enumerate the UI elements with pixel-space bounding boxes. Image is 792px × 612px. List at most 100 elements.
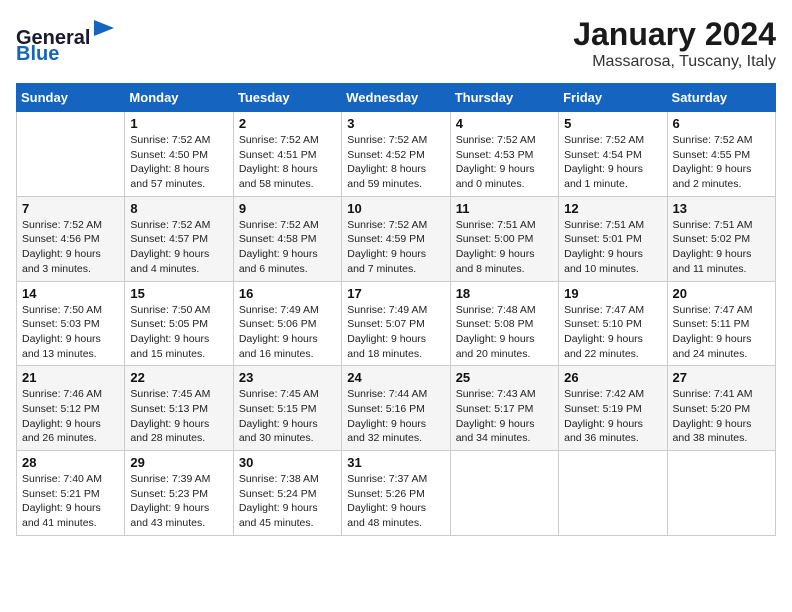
day-number: 5: [564, 116, 661, 131]
day-info: Sunrise: 7:51 AMSunset: 5:00 PMDaylight:…: [456, 218, 553, 277]
day-cell: 7 Sunrise: 7:52 AMSunset: 4:56 PMDaylight…: [17, 196, 125, 281]
week-row-2: 7 Sunrise: 7:52 AMSunset: 4:56 PMDaylight…: [17, 196, 776, 281]
day-cell: 3Sunrise: 7:52 AMSunset: 4:52 PMDaylight…: [342, 112, 450, 197]
weekday-header-tuesday: Tuesday: [233, 84, 341, 112]
day-number: 26: [564, 370, 661, 385]
day-number: 27: [673, 370, 770, 385]
weekday-header-sunday: Sunday: [17, 84, 125, 112]
day-info: Sunrise: 7:39 AMSunset: 5:23 PMDaylight:…: [130, 472, 227, 531]
day-number: 6: [673, 116, 770, 131]
title-block: January 2024 Massarosa, Tuscany, Italy: [573, 16, 776, 71]
day-number: 22: [130, 370, 227, 385]
day-info: Sunrise: 7:45 AMSunset: 5:15 PMDaylight:…: [239, 387, 336, 446]
page-header: General Blue January 2024 Massarosa, Tus…: [16, 16, 776, 71]
day-cell: 20 Sunrise: 7:47 AMSunset: 5:11 PMDayligh…: [667, 281, 775, 366]
day-cell: 24 Sunrise: 7:44 AMSunset: 5:16 PMDayligh…: [342, 366, 450, 451]
day-cell: 11 Sunrise: 7:51 AMSunset: 5:00 PMDayligh…: [450, 196, 558, 281]
day-info: Sunrise: 7:42 AMSunset: 5:19 PMDaylight:…: [564, 387, 661, 446]
day-cell: 30 Sunrise: 7:38 AMSunset: 5:24 PMDayligh…: [233, 451, 341, 536]
day-number: 10: [347, 201, 444, 216]
day-cell: 22Sunrise: 7:45 AMSunset: 5:13 PMDayligh…: [125, 366, 233, 451]
day-info: Sunrise: 7:52 AMSunset: 4:58 PMDaylight:…: [239, 218, 336, 277]
day-info: Sunrise: 7:37 AMSunset: 5:26 PMDaylight:…: [347, 472, 444, 531]
location: Massarosa, Tuscany, Italy: [573, 53, 776, 71]
day-number: 30: [239, 455, 336, 470]
weekday-header-monday: Monday: [125, 84, 233, 112]
day-cell: 4Sunrise: 7:52 AMSunset: 4:53 PMDaylight…: [450, 112, 558, 197]
day-info: Sunrise: 7:49 AMSunset: 5:06 PMDaylight:…: [239, 303, 336, 362]
day-info: Sunrise: 7:52 AMSunset: 4:59 PMDaylight:…: [347, 218, 444, 277]
day-cell: 23 Sunrise: 7:45 AMSunset: 5:15 PMDayligh…: [233, 366, 341, 451]
day-info: Sunrise: 7:47 AMSunset: 5:11 PMDaylight:…: [673, 303, 770, 362]
day-cell: 19Sunrise: 7:47 AMSunset: 5:10 PMDayligh…: [559, 281, 667, 366]
day-number: 25: [456, 370, 553, 385]
day-number: 24: [347, 370, 444, 385]
day-number: 14: [22, 286, 119, 301]
week-row-5: 28Sunrise: 7:40 AMSunset: 5:21 PMDayligh…: [17, 451, 776, 536]
logo-flag-icon: [92, 16, 120, 44]
day-number: 21: [22, 370, 119, 385]
day-number: 1: [130, 116, 227, 131]
day-number: 7: [22, 201, 119, 216]
day-cell: 26 Sunrise: 7:42 AMSunset: 5:19 PMDayligh…: [559, 366, 667, 451]
day-info: Sunrise: 7:52 AMSunset: 4:55 PMDaylight:…: [673, 133, 770, 192]
day-info: Sunrise: 7:38 AMSunset: 5:24 PMDaylight:…: [239, 472, 336, 531]
day-number: 23: [239, 370, 336, 385]
logo: General Blue: [16, 16, 120, 64]
day-cell: [559, 451, 667, 536]
day-info: Sunrise: 7:52 AMSunset: 4:57 PMDaylight:…: [130, 218, 227, 277]
day-info: Sunrise: 7:52 AMSunset: 4:56 PMDaylight:…: [22, 218, 119, 277]
weekday-header-row: SundayMondayTuesdayWednesdayThursdayFrid…: [17, 84, 776, 112]
day-number: 13: [673, 201, 770, 216]
weekday-header-friday: Friday: [559, 84, 667, 112]
day-cell: 6 Sunrise: 7:52 AMSunset: 4:55 PMDaylight…: [667, 112, 775, 197]
day-info: Sunrise: 7:44 AMSunset: 5:16 PMDaylight:…: [347, 387, 444, 446]
day-number: 18: [456, 286, 553, 301]
day-number: 28: [22, 455, 119, 470]
day-cell: 28Sunrise: 7:40 AMSunset: 5:21 PMDayligh…: [17, 451, 125, 536]
day-cell: 1 Sunrise: 7:52 AMSunset: 4:50 PMDaylight…: [125, 112, 233, 197]
day-info: Sunrise: 7:51 AMSunset: 5:02 PMDaylight:…: [673, 218, 770, 277]
day-cell: 17Sunrise: 7:49 AMSunset: 5:07 PMDayligh…: [342, 281, 450, 366]
day-cell: 9 Sunrise: 7:52 AMSunset: 4:58 PMDaylight…: [233, 196, 341, 281]
day-number: 12: [564, 201, 661, 216]
day-cell: 5Sunrise: 7:52 AMSunset: 4:54 PMDaylight…: [559, 112, 667, 197]
day-number: 20: [673, 286, 770, 301]
day-cell: [667, 451, 775, 536]
day-number: 11: [456, 201, 553, 216]
day-info: Sunrise: 7:51 AMSunset: 5:01 PMDaylight:…: [564, 218, 661, 277]
day-info: Sunrise: 7:52 AMSunset: 4:50 PMDaylight:…: [130, 133, 227, 192]
day-cell: 13 Sunrise: 7:51 AMSunset: 5:02 PMDayligh…: [667, 196, 775, 281]
day-info: Sunrise: 7:52 AMSunset: 4:51 PMDaylight:…: [239, 133, 336, 192]
day-number: 2: [239, 116, 336, 131]
day-info: Sunrise: 7:50 AMSunset: 5:03 PMDaylight:…: [22, 303, 119, 362]
day-number: 19: [564, 286, 661, 301]
day-cell: [17, 112, 125, 197]
weekday-header-wednesday: Wednesday: [342, 84, 450, 112]
day-cell: 8 Sunrise: 7:52 AMSunset: 4:57 PMDaylight…: [125, 196, 233, 281]
month-title: January 2024: [573, 16, 776, 53]
day-info: Sunrise: 7:52 AMSunset: 4:52 PMDaylight:…: [347, 133, 444, 192]
day-cell: 2 Sunrise: 7:52 AMSunset: 4:51 PMDaylight…: [233, 112, 341, 197]
week-row-1: 1 Sunrise: 7:52 AMSunset: 4:50 PMDaylight…: [17, 112, 776, 197]
day-info: Sunrise: 7:46 AMSunset: 5:12 PMDaylight:…: [22, 387, 119, 446]
weekday-header-saturday: Saturday: [667, 84, 775, 112]
day-cell: 12 Sunrise: 7:51 AMSunset: 5:01 PMDayligh…: [559, 196, 667, 281]
day-number: 17: [347, 286, 444, 301]
day-number: 15: [130, 286, 227, 301]
day-cell: [450, 451, 558, 536]
day-cell: 10 Sunrise: 7:52 AMSunset: 4:59 PMDayligh…: [342, 196, 450, 281]
day-number: 9: [239, 201, 336, 216]
week-row-4: 21 Sunrise: 7:46 AMSunset: 5:12 PMDayligh…: [17, 366, 776, 451]
day-number: 8: [130, 201, 227, 216]
day-cell: 21 Sunrise: 7:46 AMSunset: 5:12 PMDayligh…: [17, 366, 125, 451]
day-number: 16: [239, 286, 336, 301]
day-info: Sunrise: 7:48 AMSunset: 5:08 PMDaylight:…: [456, 303, 553, 362]
day-number: 29: [130, 455, 227, 470]
day-info: Sunrise: 7:50 AMSunset: 5:05 PMDaylight:…: [130, 303, 227, 362]
weekday-header-thursday: Thursday: [450, 84, 558, 112]
week-row-3: 14 Sunrise: 7:50 AMSunset: 5:03 PMDayligh…: [17, 281, 776, 366]
day-number: 31: [347, 455, 444, 470]
day-cell: 16 Sunrise: 7:49 AMSunset: 5:06 PMDayligh…: [233, 281, 341, 366]
day-info: Sunrise: 7:52 AMSunset: 4:53 PMDaylight:…: [456, 133, 553, 192]
